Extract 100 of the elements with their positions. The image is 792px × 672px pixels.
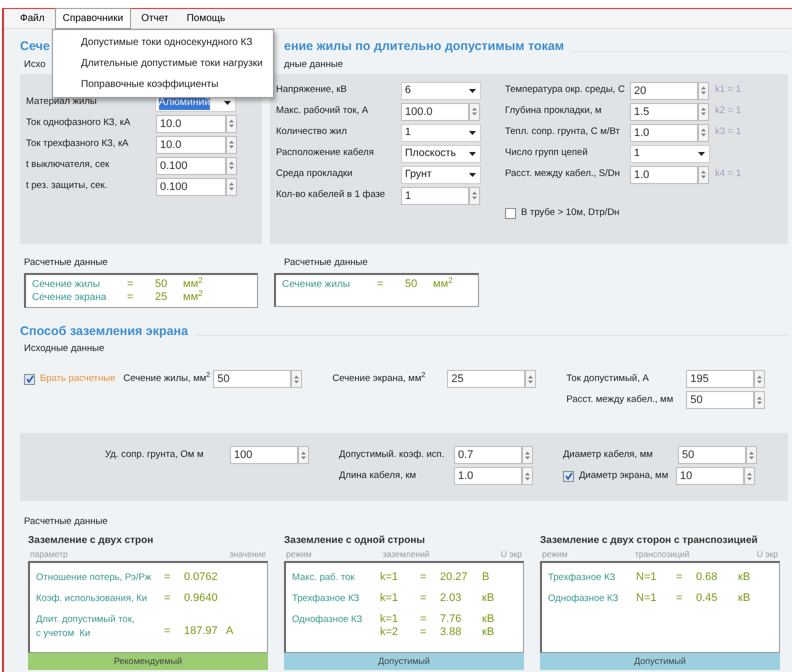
caret-icon xyxy=(469,152,476,156)
result-label: Длит. допустимый ток, с учетом Ки xyxy=(36,613,136,642)
spin-buttons[interactable] xyxy=(746,446,757,464)
number-field[interactable]: 100 xyxy=(230,446,298,464)
equals-sign: = xyxy=(420,626,428,638)
number-field[interactable]: 50 xyxy=(686,391,754,410)
number-field[interactable]: 50 xyxy=(678,446,746,464)
coefficient-label: k3 = 1 xyxy=(715,125,742,140)
field-label: t рез. защиты, сек. xyxy=(26,179,108,194)
field-label: Уд. сопр. грунта, Ом м xyxy=(105,448,204,462)
dropdown[interactable]: 1 xyxy=(401,124,481,142)
number-field[interactable]: 10.0 xyxy=(156,136,226,154)
equals-sign: = xyxy=(164,592,172,604)
number-field[interactable]: 20 xyxy=(630,82,698,100)
field-label: Количество жил xyxy=(276,125,348,140)
spin-buttons[interactable] xyxy=(522,467,533,486)
spin-buttons[interactable] xyxy=(525,370,536,388)
equals-sign: = xyxy=(377,278,384,291)
coefficient-label: k4 = 1 xyxy=(715,167,742,182)
dropdown[interactable]: Плоскость xyxy=(401,144,481,162)
menu-item[interactable]: Справочники xyxy=(54,8,132,29)
coefficient-label: k=1 xyxy=(380,570,400,584)
dropdown[interactable]: 1 xyxy=(630,144,710,162)
number-field[interactable]: 1.0 xyxy=(630,166,698,184)
spin-buttons[interactable] xyxy=(744,467,755,486)
field-label: Среда прокладки xyxy=(276,167,354,182)
caret-icon xyxy=(224,100,231,104)
field-label: Тепл. сопр. грунта, С м/Вт xyxy=(505,125,621,140)
spin-arrows-icon xyxy=(229,140,234,149)
spin-buttons[interactable] xyxy=(522,446,533,464)
equals-sign: = xyxy=(164,625,172,638)
spin-buttons[interactable] xyxy=(226,114,237,132)
spin-buttons[interactable] xyxy=(298,446,309,464)
spin-buttons[interactable] xyxy=(698,166,709,184)
number-field[interactable]: 100.0 xyxy=(401,102,469,120)
number-field[interactable]: 1 xyxy=(401,186,469,204)
menu-item[interactable]: Помощь xyxy=(178,8,234,29)
result-value: 2.03 xyxy=(440,592,462,604)
spin-arrows-icon xyxy=(229,119,234,128)
menu-entry[interactable]: Допустимые токи односекундного КЗ xyxy=(53,32,273,53)
spin-buttons[interactable] xyxy=(469,102,480,120)
spin-buttons[interactable] xyxy=(469,186,480,204)
number-field[interactable]: 1.0 xyxy=(454,467,522,486)
spin-arrows-icon xyxy=(301,450,306,460)
field-label: Расположение кабеля xyxy=(276,146,375,160)
spin-buttons[interactable] xyxy=(226,136,237,154)
spin-buttons[interactable] xyxy=(291,370,302,388)
coefficient-label: k2 = 1 xyxy=(715,104,742,118)
dropdown[interactable]: Грунт xyxy=(401,166,481,184)
spin-buttons[interactable] xyxy=(698,124,709,142)
menu-entry[interactable]: Длительные допустимые токи нагрузки xyxy=(53,53,273,74)
number-field[interactable]: 0.100 xyxy=(156,156,226,174)
unit-label: кВ xyxy=(482,613,494,626)
checkbox-label: Брать расчетные xyxy=(40,372,116,386)
spin-buttons[interactable] xyxy=(226,156,237,174)
field-label: Допустимый. коэф. исп. xyxy=(339,448,446,462)
number-field[interactable]: 0.7 xyxy=(454,446,522,464)
spin-buttons[interactable] xyxy=(226,178,237,196)
spin-arrows-icon xyxy=(525,450,530,460)
spin-buttons[interactable] xyxy=(754,391,766,410)
dropdown[interactable]: 6 xyxy=(401,82,481,100)
spin-buttons[interactable] xyxy=(698,82,709,100)
menu-item[interactable]: Отчет xyxy=(133,8,177,29)
result-value: 50 xyxy=(405,278,418,291)
equals-sign: = xyxy=(420,613,428,626)
field-label: Ток однофазного КЗ, кА xyxy=(26,116,132,130)
number-field[interactable]: 195 xyxy=(686,370,754,388)
result-value: 50 xyxy=(155,278,168,291)
number-field[interactable]: 10.0 xyxy=(156,114,226,132)
field-label: t выключателя, сек xyxy=(26,158,110,172)
checkbox[interactable] xyxy=(24,374,35,385)
spin-buttons[interactable] xyxy=(698,102,709,120)
result-value: 0.68 xyxy=(696,570,718,584)
spin-arrows-icon xyxy=(747,472,752,481)
check-icon xyxy=(564,472,572,480)
panel-title: Заземление с одной строны xyxy=(284,534,426,548)
menu-entry[interactable]: Поправочные коэффициенты xyxy=(53,74,273,95)
result-label: Отношение потерь, Рэ/Рж xyxy=(36,570,152,585)
spin-arrows-icon xyxy=(701,170,706,179)
checkbox[interactable] xyxy=(563,470,574,482)
field-label: Глубина прокладки, м xyxy=(505,104,603,118)
spin-buttons[interactable] xyxy=(754,370,766,388)
number-field[interactable]: 0.100 xyxy=(156,178,226,196)
number-field[interactable]: 10 xyxy=(676,467,744,486)
number-field[interactable]: 50 xyxy=(213,370,292,388)
number-field[interactable]: 1.5 xyxy=(630,102,698,120)
number-field[interactable]: 25 xyxy=(447,370,526,388)
menu-item[interactable]: Файл xyxy=(12,8,53,29)
equals-sign: = xyxy=(420,570,428,584)
spin-arrows-icon xyxy=(525,472,530,481)
coefficient-label: k=2 xyxy=(380,626,400,638)
checkbox[interactable] xyxy=(505,208,516,219)
result-label: Трехфазное КЗ xyxy=(548,570,616,585)
unit-label: мм$^{2}$ xyxy=(433,278,453,291)
spin-arrows-icon xyxy=(701,107,706,116)
column-header: значение xyxy=(230,548,266,561)
result-label: Однофазное КЗ xyxy=(548,592,620,606)
panel-title: Заземление с двух сторон с транспозицией xyxy=(540,534,759,548)
number-field[interactable]: 1.0 xyxy=(630,124,698,142)
result-value: 187.97 xyxy=(184,625,219,638)
